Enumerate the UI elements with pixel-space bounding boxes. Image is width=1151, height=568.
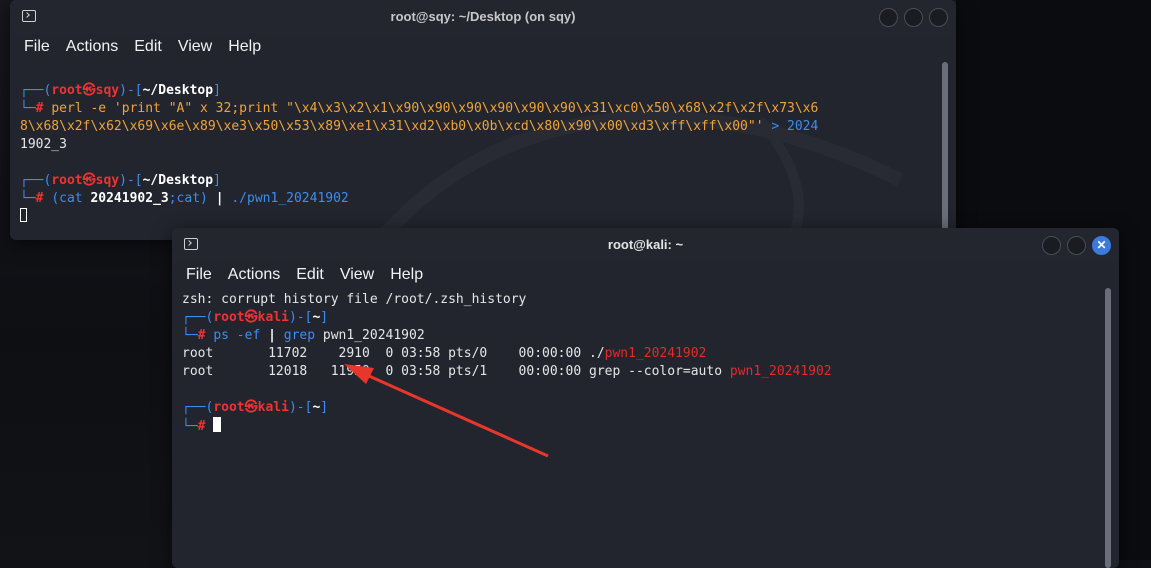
menu-help[interactable]: Help: [382, 266, 431, 284]
scrollbar[interactable]: [942, 62, 948, 232]
terminal-output[interactable]: zsh: corrupt history file /root/.zsh_his…: [172, 291, 1119, 436]
prompt-host: kali: [257, 400, 289, 415]
menu-bar: File Actions Edit View Help: [172, 262, 1119, 288]
command-ps: ps -ef: [213, 328, 269, 343]
prompt-user: root: [51, 173, 83, 188]
minimize-button[interactable]: [879, 8, 898, 27]
menu-actions[interactable]: Actions: [58, 38, 126, 56]
menu-file[interactable]: File: [16, 38, 58, 56]
menu-actions[interactable]: Actions: [220, 266, 288, 284]
close-button[interactable]: ✕: [1092, 236, 1111, 255]
prompt-at-symbol: ㉿: [244, 310, 258, 325]
terminal-cursor: [20, 208, 27, 222]
terminal-window-sqy[interactable]: root@sqy: ~/Desktop (on sqy) File Action…: [10, 0, 956, 240]
menu-edit[interactable]: Edit: [126, 38, 170, 56]
menu-file[interactable]: File: [178, 266, 220, 284]
command-cat-open: (cat: [51, 191, 91, 206]
terminal-window-kali[interactable]: root@kali: ~ ✕ File Actions Edit View He…: [172, 228, 1119, 568]
window-title: root@sqy: ~/Desktop (on sqy): [390, 9, 576, 24]
titlebar[interactable]: root@kali: ~ ✕: [172, 228, 1119, 262]
process-row-2: root 12018 11959 0 03:58 pts/1 00:00:00 …: [182, 364, 730, 379]
menu-help[interactable]: Help: [220, 38, 269, 56]
terminal-output[interactable]: ┌──(root㉿sqy)-[~/Desktop] └─# perl -e 'p…: [10, 82, 956, 226]
menu-view[interactable]: View: [332, 266, 382, 284]
close-icon: ✕: [1096, 238, 1107, 252]
titlebar[interactable]: root@sqy: ~/Desktop (on sqy): [10, 0, 956, 34]
close-button[interactable]: [929, 8, 948, 27]
command-grep: grep: [275, 328, 316, 343]
command-cat-rest: ;cat): [168, 191, 216, 206]
menu-edit[interactable]: Edit: [288, 266, 332, 284]
menu-bar: File Actions Edit View Help: [10, 34, 956, 60]
prompt-user: root: [213, 400, 245, 415]
process-row-1: root 11702 2910 0 03:58 pts/0 00:00:00 .…: [182, 346, 605, 361]
prompt-host: kali: [257, 310, 289, 325]
prompt-user: root: [51, 83, 83, 98]
prompt-dir: ~/Desktop: [142, 173, 214, 188]
process-row-2-match: pwn1_20241902: [729, 364, 832, 379]
command-redirect: > 2024: [763, 119, 819, 134]
command-pipe: |: [268, 328, 276, 343]
command-grep-arg: pwn1_20241902: [315, 328, 425, 343]
prompt-at-symbol: ㉿: [82, 83, 96, 98]
scrollbar[interactable]: [1105, 288, 1111, 568]
prompt-at-symbol: ㉿: [244, 400, 258, 415]
minimize-button[interactable]: [1042, 236, 1061, 255]
terminal-cursor: [213, 417, 222, 432]
maximize-button[interactable]: [904, 8, 923, 27]
command-perl-line1: perl -e 'print "A" x 32;print "\x4\x3\x2…: [51, 101, 819, 116]
prompt-dir: ~/Desktop: [142, 83, 214, 98]
prompt-at-symbol: ㉿: [82, 173, 96, 188]
prompt-host: sqy: [95, 83, 120, 98]
command-cat-file: 20241902_3: [90, 191, 169, 206]
command-program: ./pwn1_20241902: [223, 191, 349, 206]
window-title: root@kali: ~: [607, 237, 684, 252]
command-perl-line2: 8\x68\x2f\x62\x69\x6e\x89\xe3\x50\x53\x8…: [20, 119, 764, 134]
maximize-button[interactable]: [1067, 236, 1086, 255]
history-error-line: zsh: corrupt history file /root/.zsh_his…: [182, 292, 527, 307]
menu-view[interactable]: View: [170, 38, 220, 56]
prompt-host: sqy: [95, 173, 120, 188]
process-row-1-match: pwn1_20241902: [604, 346, 707, 361]
command-pipe: |: [215, 191, 224, 206]
prompt-user: root: [213, 310, 245, 325]
command-perl-line3: 1902_3: [20, 137, 67, 152]
